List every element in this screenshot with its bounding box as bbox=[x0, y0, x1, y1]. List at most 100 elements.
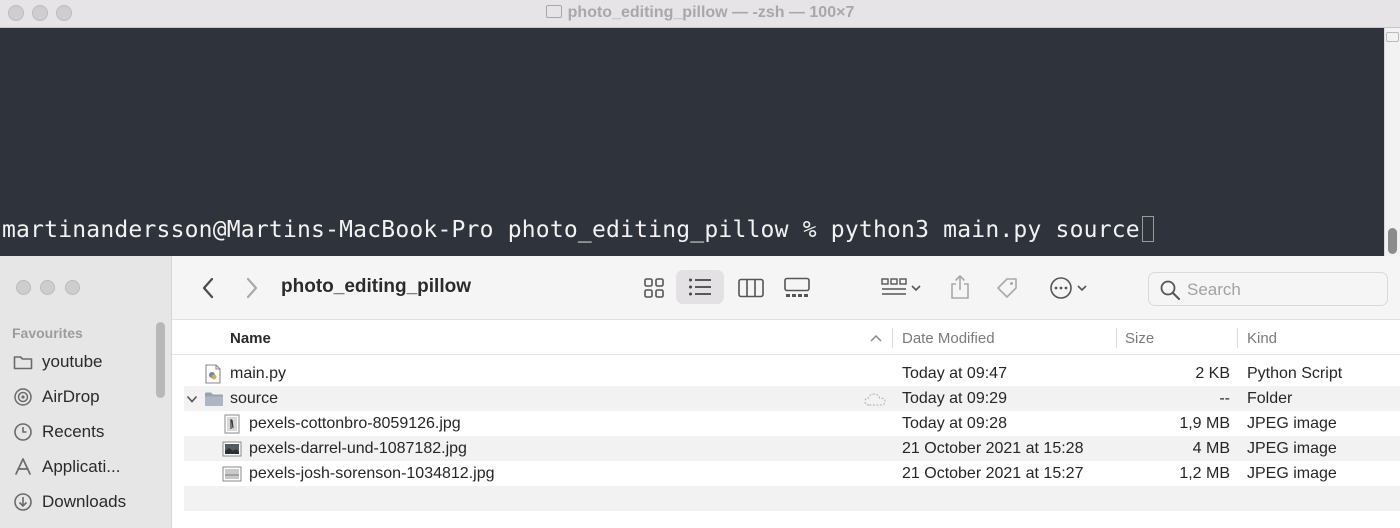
terminal-window: photo_editing_pillow — -zsh — 100×7 mart… bbox=[0, 0, 1400, 262]
icloud-icon bbox=[864, 386, 886, 411]
table-row[interactable]: pexels-josh-sorenson-1034812.jpg 21 Octo… bbox=[184, 461, 1400, 486]
file-name: pexels-darrel-und-1087182.jpg bbox=[249, 439, 467, 457]
file-kind: Python Script bbox=[1247, 364, 1343, 382]
tags-button[interactable] bbox=[994, 275, 1020, 301]
chevron-right-icon bbox=[246, 277, 258, 299]
table-row[interactable]: pexels-darrel-und-1087182.jpg 21 October… bbox=[184, 436, 1400, 461]
file-name: source bbox=[230, 389, 279, 407]
folder-icon bbox=[12, 352, 34, 372]
download-icon bbox=[12, 492, 34, 512]
airdrop-icon bbox=[12, 387, 34, 407]
table-row[interactable]: pexels-cottonbro-8059126.jpg Today at 09… bbox=[184, 411, 1400, 436]
folder-icon bbox=[545, 5, 562, 18]
file-size: 1,9 MB bbox=[1179, 414, 1230, 432]
back-button[interactable] bbox=[196, 276, 220, 300]
list-view-button[interactable] bbox=[676, 270, 724, 304]
column-view-button[interactable] bbox=[736, 276, 766, 300]
file-size: 2 KB bbox=[1195, 364, 1230, 382]
column-divider[interactable] bbox=[1237, 328, 1238, 348]
applications-icon bbox=[12, 457, 34, 477]
file-name: pexels-cottonbro-8059126.jpg bbox=[249, 414, 461, 432]
share-icon bbox=[951, 274, 969, 299]
sidebar-item-label: Recents bbox=[42, 422, 105, 441]
date-column-header[interactable]: Date Modified bbox=[902, 321, 995, 355]
file-name: main.py bbox=[230, 364, 287, 382]
sort-ascending-icon bbox=[870, 334, 882, 342]
sidebar-item-label: youtube bbox=[42, 352, 103, 371]
terminal-title: photo_editing_pillow — -zsh — 100×7 bbox=[0, 4, 1400, 22]
gallery-icon bbox=[784, 277, 810, 297]
scroll-top-indicator bbox=[1386, 32, 1399, 42]
terminal-scrollbar[interactable] bbox=[1384, 28, 1400, 262]
columns-icon bbox=[738, 278, 764, 298]
zoom-button[interactable] bbox=[65, 280, 80, 295]
list-icon bbox=[689, 278, 711, 296]
terminal-title-text: photo_editing_pillow — -zsh — 100×7 bbox=[567, 4, 855, 21]
file-date: 21 October 2021 at 15:27 bbox=[902, 464, 1084, 482]
file-date: Today at 09:29 bbox=[902, 389, 1007, 407]
file-size: 1,2 MB bbox=[1179, 464, 1230, 482]
table-row[interactable]: main.py Today at 09:47 2 KB Python Scrip… bbox=[184, 361, 1400, 386]
sidebar-item-label: AirDrop bbox=[42, 387, 100, 406]
gallery-view-button[interactable] bbox=[782, 276, 812, 300]
terminal-body[interactable]: martinandersson@Martins-MacBook-Pro phot… bbox=[0, 28, 1384, 262]
terminal-titlebar: photo_editing_pillow — -zsh — 100×7 bbox=[0, 0, 1400, 28]
file-date: Today at 09:28 bbox=[902, 414, 1007, 432]
sidebar-item-label: Downloads bbox=[42, 492, 127, 511]
empty-row bbox=[184, 486, 1400, 511]
finder-window: Favourites youtube AirDrop Recents Appli… bbox=[0, 256, 1400, 528]
grid-icon bbox=[644, 278, 664, 298]
chevron-down-icon bbox=[1077, 285, 1087, 292]
sidebar-heading: Favourites bbox=[12, 325, 83, 341]
icon-view-button[interactable] bbox=[642, 276, 666, 300]
image-thumbnail-icon bbox=[222, 436, 242, 461]
more-actions-button[interactable] bbox=[1044, 276, 1092, 300]
chevron-left-icon bbox=[202, 277, 214, 299]
file-kind: Folder bbox=[1247, 389, 1293, 407]
search-field[interactable] bbox=[1148, 272, 1388, 306]
shell-prompt: martinandersson@Martins-MacBook-Pro phot… bbox=[2, 217, 831, 243]
sidebar-item-youtube[interactable]: youtube bbox=[12, 350, 103, 374]
file-kind: JPEG image bbox=[1247, 464, 1337, 482]
search-input[interactable] bbox=[1187, 279, 1377, 301]
file-kind: JPEG image bbox=[1247, 414, 1337, 432]
column-header: Name Date Modified Size Kind bbox=[172, 321, 1400, 355]
disclosure-chevron-down-icon[interactable] bbox=[186, 386, 198, 411]
text-cursor bbox=[1141, 216, 1154, 242]
toolbar: photo_editing_pillow bbox=[172, 256, 1400, 320]
folder-title: photo_editing_pillow bbox=[281, 276, 471, 297]
clock-icon bbox=[12, 422, 34, 442]
minimize-button[interactable] bbox=[40, 280, 55, 295]
shell-command: python3 main.py source bbox=[830, 217, 1140, 243]
column-divider[interactable] bbox=[892, 328, 893, 348]
scrollbar-thumb[interactable] bbox=[1388, 228, 1397, 254]
image-thumbnail-icon bbox=[224, 411, 240, 436]
close-button[interactable] bbox=[16, 280, 31, 295]
terminal-command-line: martinandersson@Martins-MacBook-Pro phot… bbox=[2, 216, 1154, 243]
file-date: 21 October 2021 at 15:28 bbox=[902, 439, 1084, 457]
file-kind: JPEG image bbox=[1247, 439, 1337, 457]
tag-icon bbox=[997, 278, 1017, 298]
python-file-icon bbox=[204, 361, 222, 386]
kind-column-header[interactable]: Kind bbox=[1247, 321, 1277, 355]
column-divider[interactable] bbox=[1116, 328, 1117, 348]
name-column-header[interactable]: Name bbox=[230, 321, 271, 355]
size-column-header[interactable]: Size bbox=[1125, 321, 1154, 355]
sidebar-item-downloads[interactable]: Downloads bbox=[12, 490, 126, 514]
sidebar-scrollbar[interactable] bbox=[156, 322, 165, 398]
sidebar-item-airdrop[interactable]: AirDrop bbox=[12, 385, 100, 409]
file-size: -- bbox=[1219, 389, 1230, 407]
share-button[interactable] bbox=[948, 273, 972, 301]
search-icon bbox=[1160, 280, 1180, 300]
table-row[interactable]: source Today at 09:29 -- Folder bbox=[184, 386, 1400, 411]
forward-button[interactable] bbox=[240, 276, 264, 300]
ellipsis-circle-icon bbox=[1050, 277, 1072, 299]
folder-icon bbox=[204, 386, 224, 411]
image-thumbnail-icon bbox=[222, 461, 242, 486]
file-size: 4 MB bbox=[1192, 439, 1230, 457]
sidebar: Favourites youtube AirDrop Recents Appli… bbox=[0, 256, 172, 528]
sidebar-item-recents[interactable]: Recents bbox=[12, 420, 104, 444]
group-by-button[interactable] bbox=[878, 276, 924, 300]
sidebar-item-applications[interactable]: Applicati... bbox=[12, 455, 120, 479]
group-icon bbox=[881, 278, 907, 295]
